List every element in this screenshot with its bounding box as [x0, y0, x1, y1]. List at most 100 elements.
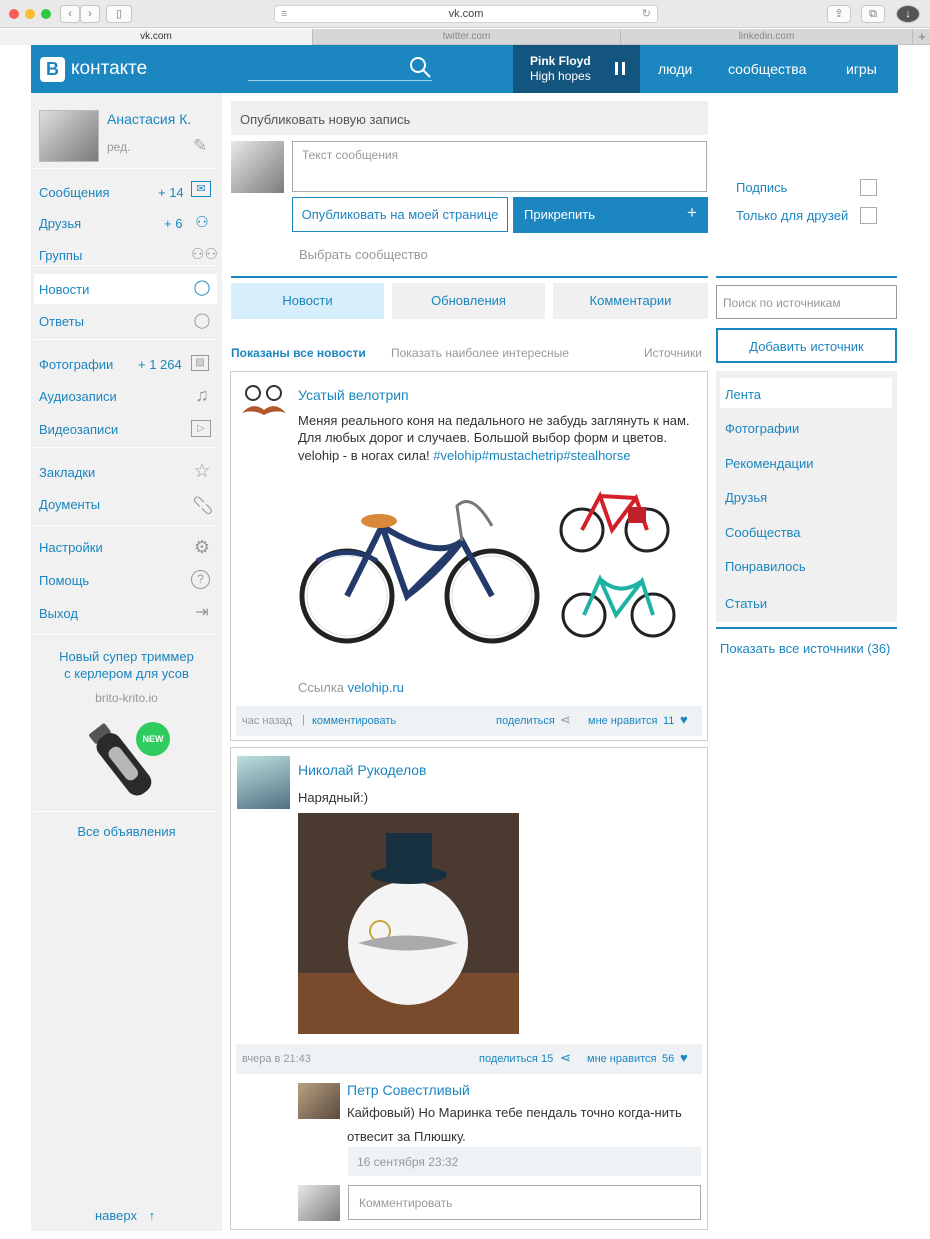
- choose-community-link[interactable]: Выбрать сообщество: [299, 247, 428, 262]
- post-footer: вчера в 21:43 поделиться 15 ⋖ мне нравит…: [236, 1044, 702, 1074]
- teal-bicycle-image[interactable]: [560, 567, 678, 639]
- share-icon[interactable]: ⇪: [827, 5, 851, 23]
- star-icon: ☆: [193, 461, 211, 482]
- tabs-icon[interactable]: ⧉: [861, 5, 885, 23]
- tab-updates[interactable]: Обновления: [392, 283, 545, 319]
- nav-games[interactable]: игры: [846, 61, 877, 77]
- add-source-button[interactable]: Добавить источник: [716, 328, 897, 363]
- filter-interesting[interactable]: Показать наиболее интересные: [391, 346, 569, 360]
- sidebar-item-logout[interactable]: Выход: [39, 606, 78, 621]
- reply-avatar[interactable]: [298, 1083, 340, 1119]
- post-link-url[interactable]: velohip.ru: [348, 680, 404, 695]
- back-icon[interactable]: ‹: [60, 5, 80, 23]
- sidebar-item-answers[interactable]: Ответы: [39, 314, 84, 329]
- rnav-photos[interactable]: Фотографии: [725, 421, 799, 436]
- friends-only-label: Только для друзей: [736, 208, 849, 223]
- share-icon[interactable]: ⋖: [560, 1050, 571, 1066]
- reader-icon[interactable]: ≡: [281, 6, 287, 23]
- rnav-articles[interactable]: Статьи: [725, 596, 767, 611]
- audio-player[interactable]: Pink Floyd High hopes: [513, 45, 640, 93]
- tab-news[interactable]: Новости: [231, 283, 384, 319]
- ad-site[interactable]: brito-krito.io: [31, 691, 222, 705]
- download-icon[interactable]: ↓: [896, 5, 920, 23]
- sidebar-item-bookmarks[interactable]: Закладки: [39, 465, 95, 480]
- tab-linkedin[interactable]: linkedin.com: [621, 29, 913, 45]
- profile-avatar[interactable]: [39, 110, 99, 162]
- rnav-friends[interactable]: Друзья: [725, 490, 767, 505]
- vk-logo[interactable]: В: [40, 57, 65, 82]
- sidebar-item-video[interactable]: Видеозаписи: [39, 422, 118, 437]
- sidebar-item-groups[interactable]: Группы: [39, 248, 82, 263]
- site-header: В контакте Pink Floyd High hopes люди со…: [31, 45, 898, 93]
- ad-title-line1[interactable]: Новый супер триммер: [31, 649, 222, 664]
- share-icon[interactable]: ⋖: [560, 712, 571, 728]
- like-link[interactable]: мне нравится: [588, 715, 657, 727]
- photos-count: + 1 264: [138, 357, 182, 372]
- edit-profile-link[interactable]: ред.: [107, 140, 130, 154]
- post-author[interactable]: Николай Рукоделов: [298, 762, 427, 778]
- nav-communities[interactable]: сообщества: [728, 61, 806, 77]
- velotrip-logo[interactable]: [238, 383, 290, 423]
- address-bar[interactable]: ≡ vk.com ↻: [274, 5, 658, 23]
- pencil-icon[interactable]: ✎: [193, 136, 207, 156]
- close-window-button[interactable]: [9, 9, 19, 19]
- dog-photo[interactable]: [298, 813, 519, 1034]
- maximize-window-button[interactable]: [41, 9, 51, 19]
- rnav-recommendations[interactable]: Рекомендации: [725, 456, 814, 471]
- comment-input[interactable]: Комментировать: [348, 1185, 701, 1220]
- publish-button[interactable]: Опубликовать на моей странице: [292, 197, 508, 232]
- rnav-feed[interactable]: Лента: [725, 387, 761, 402]
- tab-vk[interactable]: vk.com: [0, 29, 313, 45]
- sidebar-item-news[interactable]: Новости: [39, 282, 89, 297]
- new-tab-icon[interactable]: +: [914, 29, 930, 45]
- hashtags[interactable]: #velohip#mustachetrip#stealhorse: [433, 448, 630, 463]
- header-search-input[interactable]: [248, 57, 432, 81]
- like-link[interactable]: мне нравится: [587, 1053, 656, 1065]
- composer-avatar: [231, 141, 284, 193]
- filter-all-news[interactable]: Показаны все новости: [231, 346, 366, 360]
- friends-only-checkbox[interactable]: [860, 207, 877, 224]
- share-link[interactable]: поделиться: [479, 1053, 538, 1065]
- sidebar-item-friends[interactable]: Друзья: [39, 216, 81, 231]
- author-avatar[interactable]: [237, 756, 290, 809]
- profile-name[interactable]: Анастасия К.: [107, 111, 191, 127]
- pause-icon[interactable]: [613, 45, 633, 93]
- filter-sources[interactable]: Источники: [644, 346, 702, 360]
- heart-icon[interactable]: ♥: [680, 1050, 688, 1065]
- forward-icon[interactable]: ›: [80, 5, 100, 23]
- tab-twitter[interactable]: twitter.com: [313, 29, 621, 45]
- rnav-liked[interactable]: Понравилось: [725, 559, 806, 574]
- nav-people[interactable]: люди: [658, 61, 692, 77]
- sidebar-item-help[interactable]: Помощь: [39, 573, 89, 588]
- source-search-input[interactable]: Поиск по источникам: [716, 285, 897, 319]
- ad-title-line2[interactable]: с керлером для усов: [31, 666, 222, 681]
- sidebar-item-documents[interactable]: Доументы: [39, 497, 100, 512]
- to-top-link[interactable]: наверх ↑: [95, 1208, 155, 1223]
- sidebar-item-settings[interactable]: Настройки: [39, 540, 103, 555]
- blue-bicycle-image[interactable]: [297, 486, 547, 646]
- show-all-sources-link[interactable]: Показать все источники (36): [720, 641, 890, 656]
- help-icon: ?: [191, 570, 210, 589]
- attach-button[interactable]: Прикрепить +: [513, 197, 708, 233]
- signature-checkbox[interactable]: [860, 179, 877, 196]
- rnav-communities[interactable]: Сообщества: [725, 525, 801, 540]
- heart-icon[interactable]: ♥: [680, 712, 688, 727]
- search-icon[interactable]: [408, 55, 432, 79]
- reply-author[interactable]: Петр Совестливый: [347, 1082, 470, 1098]
- reload-icon[interactable]: ↻: [642, 6, 651, 23]
- post-author[interactable]: Усатый велотрип: [298, 387, 409, 403]
- sidebar-toggle-icon[interactable]: ▯: [106, 5, 132, 23]
- sidebar-item-audio[interactable]: Аудиозаписи: [39, 389, 117, 404]
- all-ads-link[interactable]: Все объявления: [31, 824, 222, 839]
- group-icon: ⚇⚇: [191, 246, 218, 263]
- red-bicycle-image[interactable]: [558, 482, 673, 554]
- sidebar-item-messages[interactable]: Сообщения: [39, 185, 110, 200]
- message-input[interactable]: Текст сообщения: [292, 141, 707, 192]
- comment-link[interactable]: комментировать: [312, 715, 396, 727]
- share-link[interactable]: поделиться: [496, 715, 555, 727]
- logo-text[interactable]: контакте: [71, 58, 147, 80]
- minimize-window-button[interactable]: [25, 9, 35, 19]
- photo-icon: ▨: [191, 355, 209, 371]
- tab-comments[interactable]: Комментарии: [553, 283, 708, 319]
- sidebar-item-photos[interactable]: Фотографии: [39, 357, 113, 372]
